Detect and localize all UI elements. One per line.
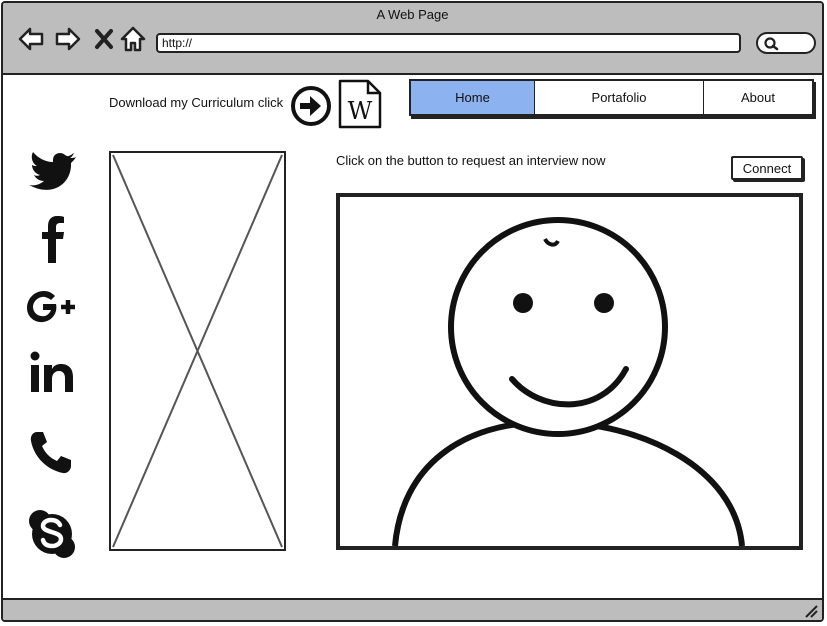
browser-toolbar: A Web Page http:// (3, 3, 822, 75)
word-letter: W (348, 97, 373, 125)
circle-arrow-right-icon[interactable] (290, 85, 332, 127)
tab-about[interactable]: About (704, 81, 812, 114)
back-arrow-icon[interactable] (17, 25, 45, 53)
tab-home[interactable]: Home (411, 81, 535, 114)
interview-text: Click on the button to request an interv… (336, 153, 606, 168)
close-x-icon[interactable] (91, 25, 119, 53)
resize-grip-icon[interactable] (802, 602, 818, 618)
download-cv-text: Download my Curriculum click (109, 95, 284, 110)
window-title: A Web Page (376, 7, 449, 22)
image-placeholder-x (109, 151, 286, 551)
status-bar (3, 598, 822, 620)
connect-button[interactable]: Connect (731, 156, 803, 180)
tab-bar: Home Portafolio About (409, 79, 814, 116)
phone-icon[interactable] (25, 428, 79, 478)
browser-window: A Web Page http:// Download my Curriculu… (1, 1, 824, 622)
search-box[interactable] (756, 32, 816, 54)
twitter-icon[interactable] (25, 143, 79, 193)
skype-icon[interactable] (25, 509, 79, 559)
smiley-person-icon (392, 217, 745, 546)
forward-arrow-icon[interactable] (54, 25, 82, 53)
google-plus-icon[interactable] (25, 282, 79, 332)
facebook-icon[interactable] (25, 215, 79, 265)
video-frame (336, 193, 803, 550)
home-icon[interactable] (119, 25, 147, 53)
tab-portfolio[interactable]: Portafolio (535, 81, 704, 114)
magnifier-icon (764, 37, 779, 51)
url-input[interactable]: http:// (156, 33, 741, 53)
linkedin-icon[interactable] (25, 349, 79, 399)
word-document-icon[interactable]: W (338, 79, 382, 129)
